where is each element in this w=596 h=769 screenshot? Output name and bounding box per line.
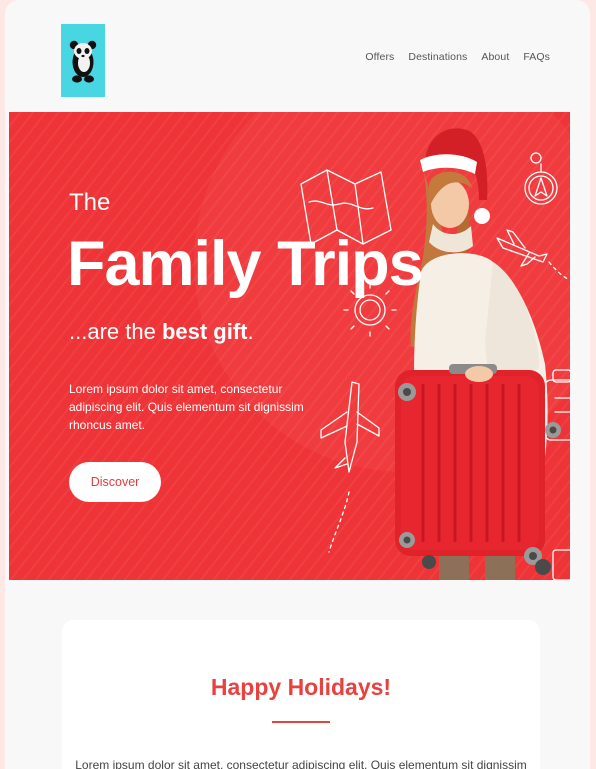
hero-subtitle-prefix: ...are the (69, 319, 162, 344)
panda-icon (69, 40, 97, 83)
airplane-icon-top (496, 229, 570, 281)
holiday-card: Happy Holidays! Lorem ipsum dolor sit am… (62, 620, 540, 769)
card-divider (272, 721, 330, 723)
hero-subtitle: ...are the best gift. (69, 319, 254, 345)
hero-subtitle-bold: best gift (161, 319, 248, 344)
hero-title: Family Trips (67, 229, 424, 299)
airplane-icon-mid (320, 381, 380, 553)
nav-about[interactable]: About (481, 51, 509, 63)
card-title: Happy Holidays! (210, 674, 392, 700)
hero-banner: The Family Trips ...are the best gift. L… (9, 112, 570, 580)
discover-button[interactable]: Discover (69, 462, 161, 502)
nav-offers[interactable]: Offers (365, 51, 394, 63)
nav-destinations[interactable]: Destinations (408, 51, 467, 63)
card-text: Lorem ipsum dolor sit amet, consectetur … (75, 758, 527, 769)
compass-icon (524, 152, 558, 205)
nav-faqs[interactable]: FAQs (523, 51, 550, 63)
logo[interactable] (61, 24, 105, 97)
luggage-tag-icon (552, 549, 570, 580)
hero-description: Lorem ipsum dolor sit amet, consectetur … (69, 382, 304, 432)
main-nav: Offers Destinations About FAQs (365, 51, 550, 63)
hero-subtitle-suffix: . (247, 319, 254, 344)
woman-with-suitcase-photo (395, 128, 561, 580)
hero-pre-title: The (69, 189, 111, 216)
hero-illustration (300, 128, 570, 580)
header: Offers Destinations About FAQs (5, 0, 590, 112)
email-page: Offers Destinations About FAQs The Famil… (5, 0, 590, 769)
